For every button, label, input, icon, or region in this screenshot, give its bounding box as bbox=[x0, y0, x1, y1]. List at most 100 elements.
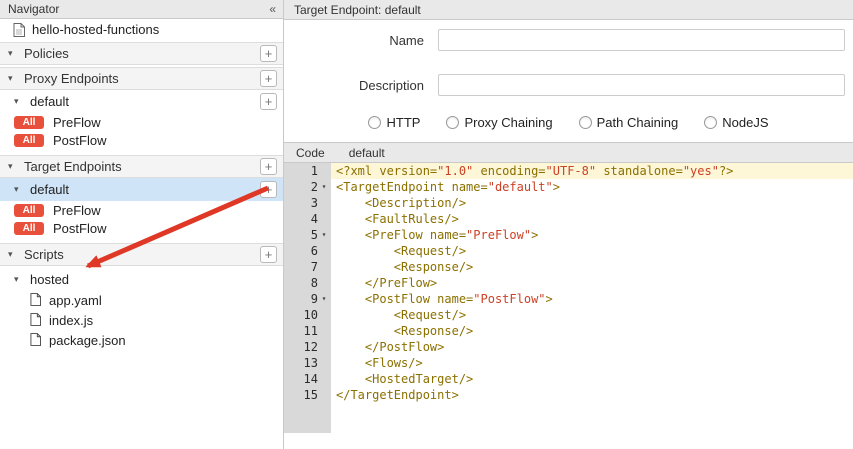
caret-down-icon[interactable]: ▾ bbox=[14, 185, 24, 194]
caret-down-icon[interactable]: ▾ bbox=[8, 49, 18, 58]
line-number-gutter: 2▾ bbox=[284, 179, 331, 195]
tree-item-hosted-folder[interactable]: ▾ hosted bbox=[0, 269, 283, 290]
section-scripts[interactable]: ▾ Scripts + bbox=[0, 243, 283, 266]
tree-item-file-package-json[interactable]: package.json bbox=[0, 330, 283, 350]
code-line[interactable]: <PreFlow name="PreFlow"> bbox=[331, 227, 853, 243]
code-line[interactable]: </TargetEndpoint> bbox=[331, 387, 853, 403]
add-proxy-flow-button[interactable]: + bbox=[260, 93, 277, 110]
code-line[interactable]: </PreFlow> bbox=[331, 275, 853, 291]
line-number: 14 bbox=[304, 371, 318, 387]
section-target-endpoints[interactable]: ▾ Target Endpoints + bbox=[0, 155, 283, 178]
tree-item-proxy-postflow[interactable]: All PostFlow bbox=[0, 131, 283, 149]
caret-down-icon[interactable]: ▾ bbox=[14, 275, 24, 284]
code-row[interactable]: 14 <HostedTarget/> bbox=[284, 371, 853, 387]
line-number: 4 bbox=[311, 211, 318, 227]
code-row[interactable]: 10 <Request/> bbox=[284, 307, 853, 323]
tree-item-target-endpoint-default[interactable]: ▾ default + bbox=[0, 178, 283, 201]
tree-item-target-postflow[interactable]: All PostFlow bbox=[0, 219, 283, 237]
code-row[interactable]: 8 </PreFlow> bbox=[284, 275, 853, 291]
code-row[interactable]: 7 <Response/> bbox=[284, 259, 853, 275]
code-row[interactable]: 3 <Description/> bbox=[284, 195, 853, 211]
tree-item-file-app-yaml[interactable]: app.yaml bbox=[0, 290, 283, 310]
radio-nodejs-label: NodeJS bbox=[722, 115, 768, 130]
code-line[interactable]: <Request/> bbox=[331, 243, 853, 259]
code-line[interactable]: <HostedTarget/> bbox=[331, 371, 853, 387]
code-row[interactable]: 9▾ <PostFlow name="PostFlow"> bbox=[284, 291, 853, 307]
flow-label: PostFlow bbox=[53, 133, 106, 148]
radio-proxy-chaining[interactable]: Proxy Chaining bbox=[446, 115, 552, 130]
line-number-gutter: 7 bbox=[284, 259, 331, 275]
add-script-button[interactable]: + bbox=[260, 246, 277, 263]
code-line[interactable]: <Response/> bbox=[331, 323, 853, 339]
radio-http-label: HTTP bbox=[386, 115, 420, 130]
radio-http[interactable]: HTTP bbox=[368, 115, 420, 130]
file-label: index.js bbox=[49, 313, 93, 328]
caret-down-icon[interactable]: ▾ bbox=[8, 74, 18, 83]
tree-item-proxy-preflow[interactable]: All PreFlow bbox=[0, 113, 283, 131]
code-row[interactable]: 4 <FaultRules/> bbox=[284, 211, 853, 227]
flow-label: PostFlow bbox=[53, 221, 106, 236]
caret-down-icon[interactable]: ▾ bbox=[14, 97, 24, 106]
navigator-panel: Navigator « hello-hosted-functions ▾ Pol… bbox=[0, 0, 284, 449]
code-row[interactable]: 2▾<TargetEndpoint name="default"> bbox=[284, 179, 853, 195]
radio-circle-icon[interactable] bbox=[704, 116, 717, 129]
code-line[interactable]: <PostFlow name="PostFlow"> bbox=[331, 291, 853, 307]
add-target-endpoint-button[interactable]: + bbox=[260, 158, 277, 175]
radio-nodejs[interactable]: NodeJS bbox=[704, 115, 768, 130]
caret-down-icon[interactable]: ▾ bbox=[8, 250, 18, 259]
code-row[interactable]: 5▾ <PreFlow name="PreFlow"> bbox=[284, 227, 853, 243]
description-input[interactable] bbox=[438, 74, 845, 96]
name-form-row: Name bbox=[284, 29, 845, 51]
code-row[interactable]: 1 <?xml version="1.0" encoding="UTF-8" st… bbox=[284, 163, 853, 179]
collapse-panel-button[interactable]: « bbox=[269, 2, 275, 16]
code-row[interactable]: 15</TargetEndpoint> bbox=[284, 387, 853, 403]
line-number-gutter: 1 bbox=[284, 163, 331, 179]
fold-toggle-icon[interactable]: ▾ bbox=[319, 179, 329, 195]
code-row[interactable]: 12 </PostFlow> bbox=[284, 339, 853, 355]
code-line[interactable]: <?xml version="1.0" encoding="UTF-8" sta… bbox=[331, 163, 853, 179]
section-proxy-endpoints[interactable]: ▾ Proxy Endpoints + bbox=[0, 67, 283, 90]
line-number: 12 bbox=[304, 339, 318, 355]
line-number-gutter: 8 bbox=[284, 275, 331, 291]
code-line[interactable]: <Description/> bbox=[331, 195, 853, 211]
code-line[interactable]: <Request/> bbox=[331, 307, 853, 323]
tree-item-file-index-js[interactable]: index.js bbox=[0, 310, 283, 330]
line-number: 1 bbox=[311, 163, 318, 179]
tree-item-proxy-root[interactable]: hello-hosted-functions bbox=[0, 19, 283, 40]
add-target-flow-button[interactable]: + bbox=[260, 181, 277, 198]
caret-down-icon[interactable]: ▾ bbox=[8, 162, 18, 171]
tree-item-proxy-endpoint-default[interactable]: ▾ default + bbox=[0, 90, 283, 113]
fold-toggle-icon[interactable]: ▾ bbox=[319, 227, 329, 243]
protocol-radio-group: HTTP Proxy Chaining Path Chaining NodeJS bbox=[284, 115, 853, 130]
radio-path-chaining[interactable]: Path Chaining bbox=[579, 115, 679, 130]
section-scripts-label: Scripts bbox=[24, 247, 260, 262]
code-row[interactable]: 11 <Response/> bbox=[284, 323, 853, 339]
file-label: app.yaml bbox=[49, 293, 102, 308]
add-policy-button[interactable]: + bbox=[260, 45, 277, 62]
fold-toggle-icon[interactable]: ▾ bbox=[319, 291, 329, 307]
code-row[interactable]: 13 <Flows/> bbox=[284, 355, 853, 371]
radio-circle-icon[interactable] bbox=[446, 116, 459, 129]
section-policies[interactable]: ▾ Policies + bbox=[0, 42, 283, 65]
code-line[interactable]: <Flows/> bbox=[331, 355, 853, 371]
radio-circle-icon[interactable] bbox=[368, 116, 381, 129]
code-row[interactable]: 6 <Request/> bbox=[284, 243, 853, 259]
flow-label: PreFlow bbox=[53, 115, 101, 130]
radio-circle-icon[interactable] bbox=[579, 116, 592, 129]
line-number: 11 bbox=[304, 323, 318, 339]
add-proxy-endpoint-button[interactable]: + bbox=[260, 70, 277, 87]
code-line[interactable]: <FaultRules/> bbox=[331, 211, 853, 227]
line-number: 9 bbox=[311, 291, 318, 307]
name-input[interactable] bbox=[438, 29, 845, 51]
code-line[interactable]: <Response/> bbox=[331, 259, 853, 275]
code-line[interactable]: <TargetEndpoint name="default"> bbox=[331, 179, 853, 195]
line-number-gutter: 3 bbox=[284, 195, 331, 211]
line-number: 2 bbox=[311, 179, 318, 195]
line-number-gutter: 10 bbox=[284, 307, 331, 323]
flow-condition-badge: All bbox=[14, 134, 44, 147]
code-panel-tab[interactable]: default bbox=[349, 146, 385, 160]
code-editor[interactable]: 1 <?xml version="1.0" encoding="UTF-8" st… bbox=[284, 163, 853, 433]
tree-item-target-preflow[interactable]: All PreFlow bbox=[0, 201, 283, 219]
code-lines: 1 <?xml version="1.0" encoding="UTF-8" st… bbox=[284, 163, 853, 403]
code-line[interactable]: </PostFlow> bbox=[331, 339, 853, 355]
